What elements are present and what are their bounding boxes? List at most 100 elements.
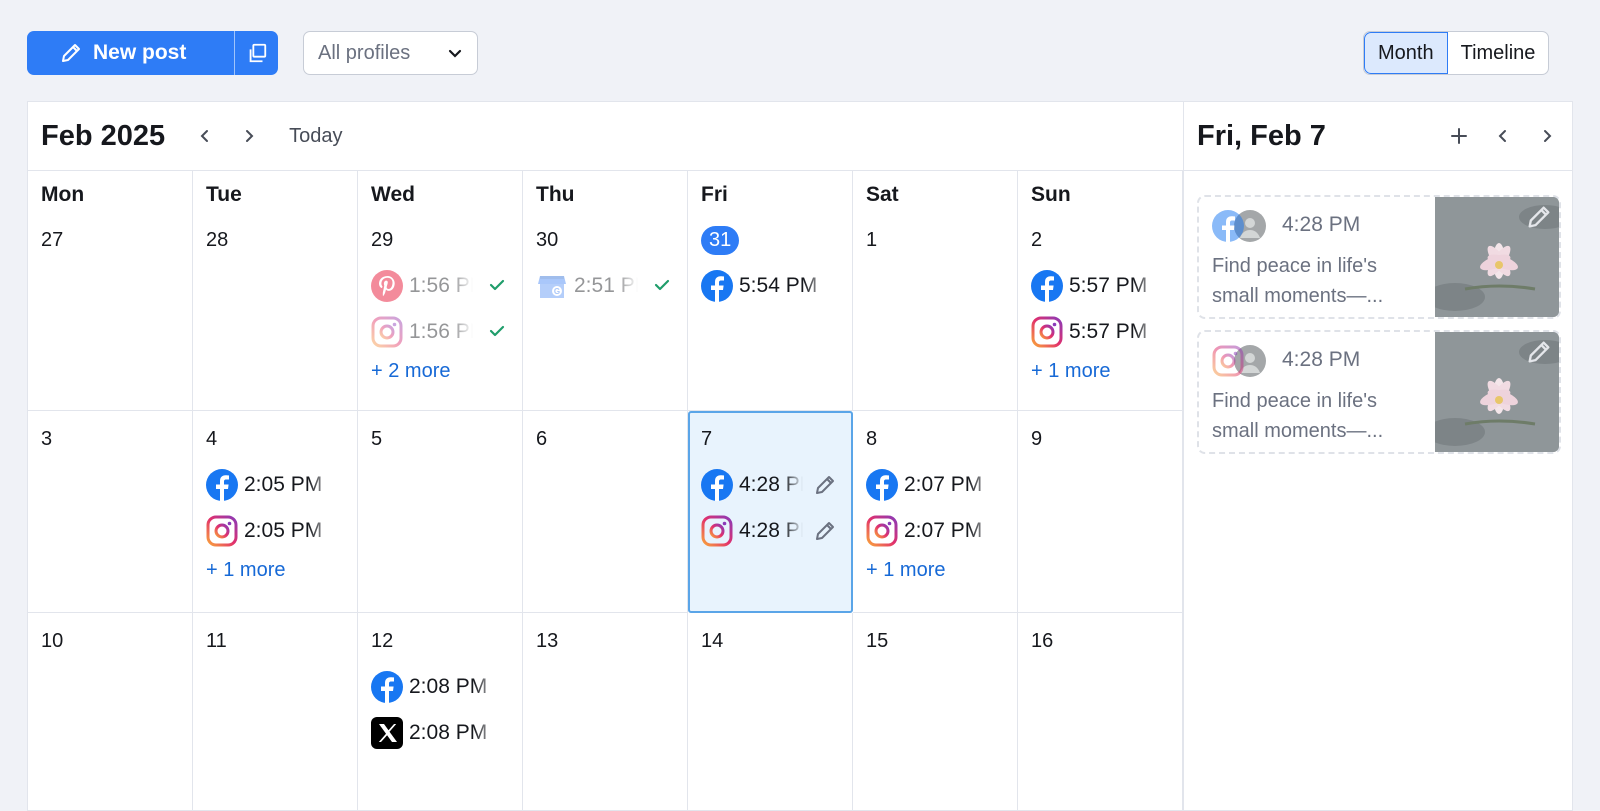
day-cell-28[interactable]: Tue 28 [193,171,358,411]
day-cell-30[interactable]: Thu 30 G 2:51 PM [523,171,688,411]
day-cell-4[interactable]: 4 2:05 PM 2:05 PM + 1 more [193,411,358,613]
plus-icon [1451,128,1467,144]
day-number: 29 [371,224,509,256]
post-chip[interactable]: 1:56 PM [371,269,509,302]
add-post-button[interactable] [1447,124,1471,148]
more-posts-link[interactable]: + 2 more [371,360,509,383]
day-number-text: 28 [206,228,229,251]
day-number: 7 [701,423,839,455]
chevron-left-icon [1498,130,1506,142]
day-number: 14 [701,625,839,657]
facebook-icon [701,269,733,302]
more-posts-link[interactable]: + 1 more [206,559,344,582]
post-time: 1:56 PM [409,319,473,343]
instagram-icon [371,316,403,348]
day-number: 5 [371,423,509,455]
day-number: 9 [1031,423,1169,455]
view-month-button[interactable]: Month [1364,32,1448,74]
instagram-icon [866,515,898,547]
day-cell-27[interactable]: Mon 27 [28,171,193,411]
day-cell-9[interactable]: 9 [1018,411,1183,613]
day-cell-5[interactable]: 5 [358,411,523,613]
copy-icon [249,43,266,63]
edit-pencil-icon[interactable] [1525,338,1553,366]
edit-pencil-icon[interactable] [813,473,837,501]
day-cell-8[interactable]: 8 2:07 PM 2:07 PM + 1 more [853,411,1018,613]
duplicate-post-button[interactable] [234,31,278,75]
facebook-icon [866,468,898,501]
day-cell-6[interactable]: 6 [523,411,688,613]
more-posts-link[interactable]: + 1 more [1031,360,1169,383]
post-time: 2:51 PM [574,273,638,297]
day-cell-29[interactable]: Wed 29 1:56 PM 1:56 PM + 2 more [358,171,523,411]
day-number-text: 31 [701,225,740,255]
day-cell-13[interactable]: 13 [523,613,688,811]
view-timeline-button[interactable]: Timeline [1448,32,1549,74]
more-posts-link[interactable]: + 1 more [866,559,1004,582]
post-chip[interactable]: 5:54 PM [701,269,839,302]
prev-day-button[interactable] [1491,124,1515,148]
post-caption: Find peace in life's small moments—... [1212,255,1384,307]
edit-pencil-icon[interactable] [813,519,837,547]
day-cell-3[interactable]: 3 [28,411,193,613]
pinterest-icon [371,269,403,302]
chevron-left-icon [200,130,209,142]
day-cell-11[interactable]: 11 [193,613,358,811]
next-day-button[interactable] [1535,124,1559,148]
day-cell-2[interactable]: Sun 2 5:57 PM 5:57 PM + 1 more [1018,171,1183,411]
edit-pencil-icon[interactable] [1525,203,1553,231]
day-number: 1 [866,224,1004,256]
chevron-right-icon [246,130,254,142]
day-number-text: 6 [536,427,548,450]
day-cell-16[interactable]: 16 [1018,613,1183,811]
day-cell-15[interactable]: 15 [853,613,1018,811]
post-chip[interactable]: 2:07 PM [866,514,1004,547]
day-number: 27 [41,224,179,256]
day-cell-10[interactable]: 10 [28,613,193,811]
post-chip[interactable]: 4:28 PM [701,468,839,501]
post-chip[interactable]: 2:05 PM [206,514,344,547]
day-detail-title: Fri, Feb 7 [1197,119,1326,152]
next-month-button[interactable] [237,124,261,148]
day-cell-7[interactable]: 7 4:28 PM 4:28 PM [688,411,853,613]
post-chip[interactable]: 5:57 PM [1031,269,1169,302]
post-time: 4:28 PM [739,518,803,542]
chevron-down-icon [448,49,462,58]
instagram-icon [701,515,733,547]
day-number: 10 [41,625,179,657]
post-time: 2:07 PM [904,518,983,542]
day-number: 8 [866,423,1004,455]
post-chip[interactable]: 5:57 PM [1031,315,1169,348]
post-chip[interactable]: 2:08 PM [371,670,509,703]
day-cell-1[interactable]: Sat 1 [853,171,1018,411]
post-time: 2:05 PM [244,472,323,496]
day-number-text: 2 [1031,228,1043,251]
profiles-dropdown[interactable]: All profiles [303,31,478,75]
scheduled-post-card[interactable]: 4:28 PM Find peace in life's small moment… [1197,195,1561,319]
scheduled-post-card[interactable]: 4:28 PM Find peace in life's small moment… [1197,330,1561,454]
day-number-text: 10 [41,629,64,652]
post-chip[interactable]: 1:56 PM [371,315,509,348]
day-number: 3 [41,423,179,455]
post-chip[interactable]: G 2:51 PM [536,269,674,302]
day-number-text: 1 [866,228,878,251]
weekday-label: Mon [41,183,85,206]
facebook-icon [1031,269,1063,302]
post-chip[interactable]: 2:08 PM [371,716,509,749]
day-number-text: 30 [536,228,559,251]
post-profile-icons [1212,345,1272,377]
day-number-text: 11 [206,629,227,652]
post-chip[interactable]: 2:07 PM [866,468,1004,501]
post-chip[interactable]: 2:05 PM [206,468,344,501]
calendar-title: Feb 2025 [41,119,166,152]
post-chip[interactable]: 4:28 PM [701,514,839,547]
published-check-icon [487,275,507,301]
post-time: 5:54 PM [739,273,818,297]
day-number-text: 4 [206,427,218,450]
new-post-button[interactable]: New post [27,31,234,75]
today-button[interactable]: Today [289,125,342,148]
prev-month-button[interactable] [193,124,217,148]
day-cell-14[interactable]: 14 [688,613,853,811]
day-cell-31[interactable]: Fri 31 5:54 PM [688,171,853,411]
day-cell-12[interactable]: 12 2:08 PM 2:08 PM [358,613,523,811]
